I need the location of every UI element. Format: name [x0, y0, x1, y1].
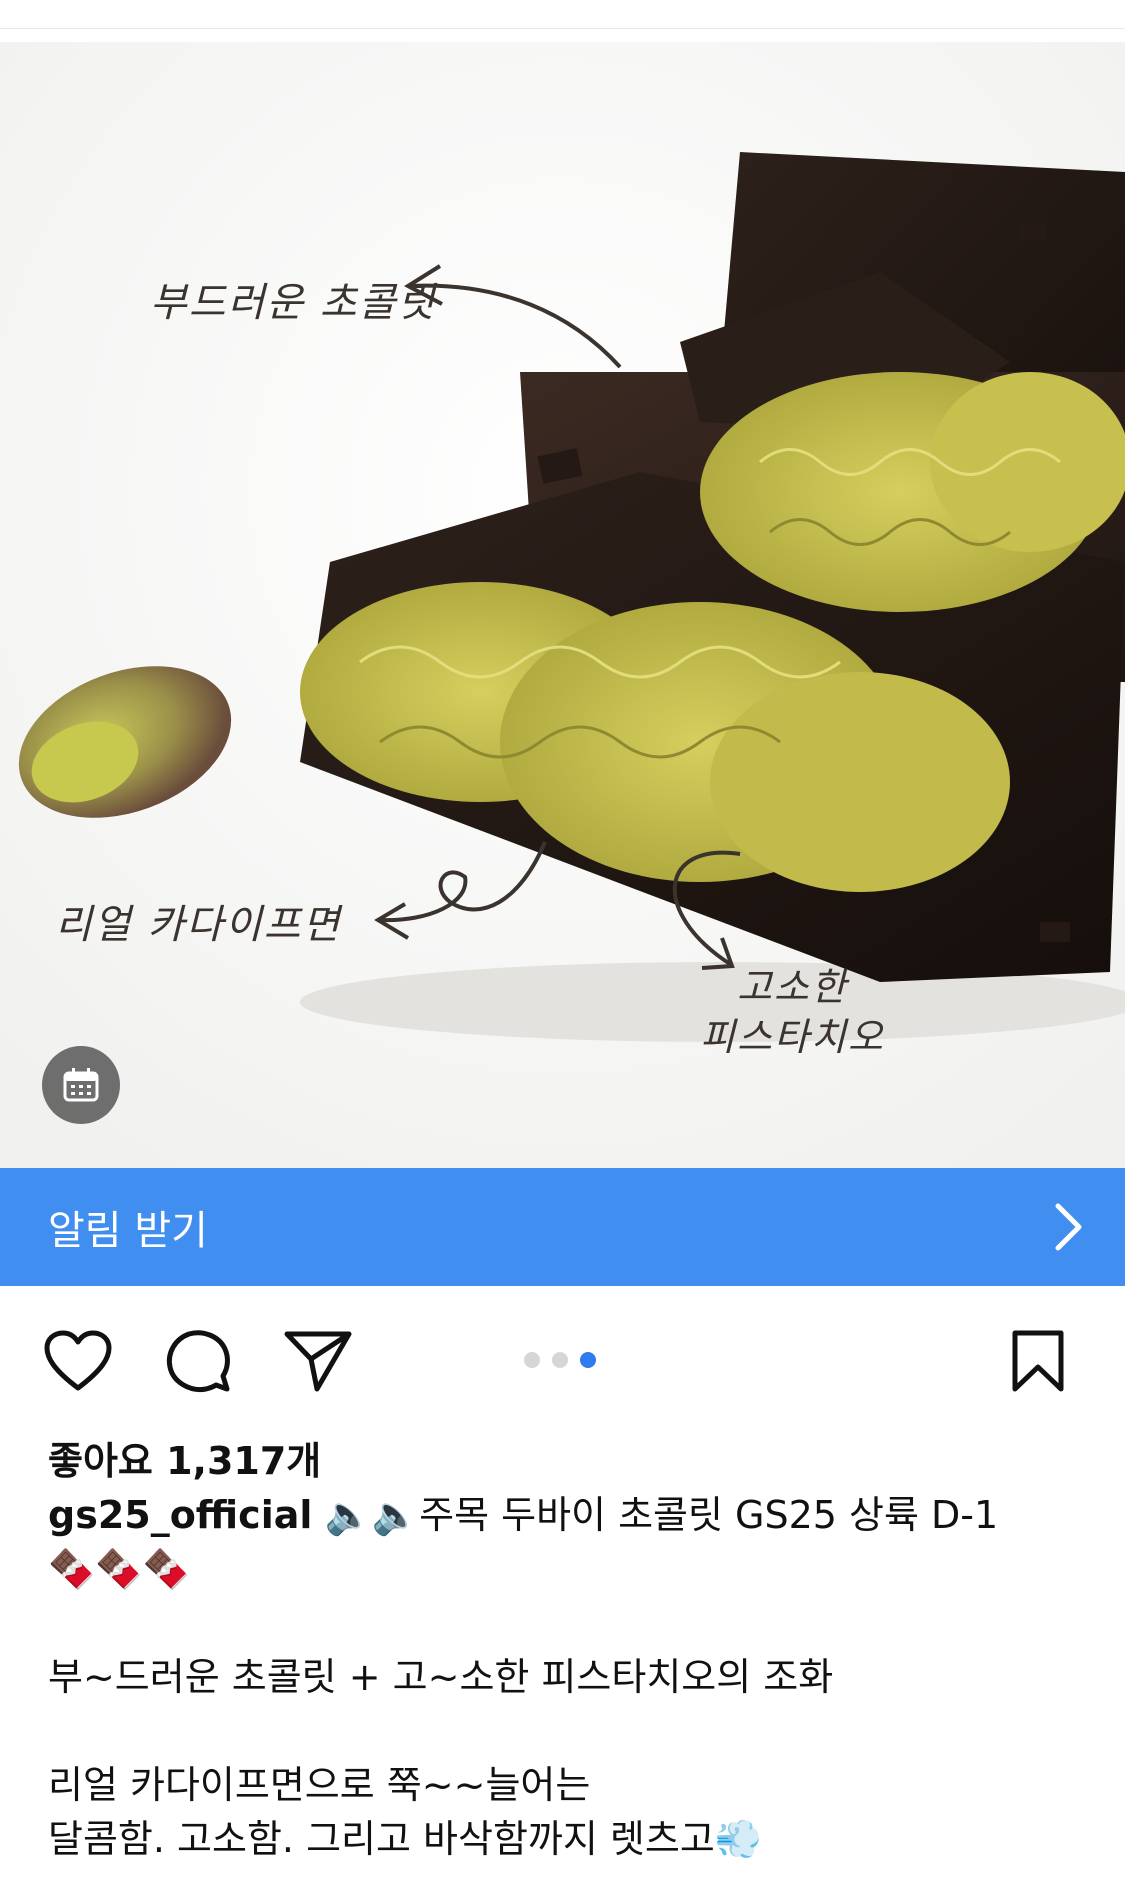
post-image[interactable]: 부드러운 초콜릿 리얼 카다이프면 고소한 피스타치오: [0, 42, 1125, 1168]
top-bar: [0, 0, 1125, 29]
caption-line-2: 부~드러운 초콜릿 + 고~소한 피스타치오의 조화: [48, 1655, 834, 1699]
caption-line-4: 달콤함. 고소함. 그리고 바삭함까지 렛츠고💨: [48, 1817, 763, 1861]
like-button[interactable]: [40, 1326, 116, 1396]
notify-bar[interactable]: 알림 받기: [0, 1168, 1125, 1286]
comment-button[interactable]: [160, 1326, 236, 1396]
notify-label: 알림 받기: [48, 1208, 208, 1254]
post-actions: [0, 1318, 1125, 1398]
carousel-dot: [552, 1352, 568, 1368]
carousel-indicator: [524, 1352, 596, 1368]
username[interactable]: gs25_official: [48, 1493, 312, 1537]
annotation-pistachio: 고소한 피스타치오: [700, 962, 885, 1062]
chocolate-photo: [0, 42, 1125, 1168]
bookmark-icon: [1012, 1330, 1064, 1392]
annotation-pistachio-line2: 피스타치오: [700, 1015, 885, 1059]
carousel-dot: [524, 1352, 540, 1368]
calendar-button[interactable]: [42, 1046, 120, 1124]
share-button[interactable]: [280, 1326, 356, 1396]
post-caption: gs25_official 🔈🔈주목 두바이 초콜릿 GS25 상륙 D-1 🍫…: [48, 1488, 1088, 1866]
bookmark-button[interactable]: [1000, 1326, 1076, 1396]
carousel-dot-active: [580, 1352, 596, 1368]
likes-count[interactable]: 좋아요 1,317개: [48, 1430, 321, 1485]
chevron-right-icon: [1055, 1203, 1082, 1251]
caption-emoji: 🍫🍫🍫: [48, 1547, 190, 1591]
heart-icon: [44, 1330, 112, 1391]
calendar-icon: [63, 1068, 99, 1102]
caption-first-line: gs25_official 🔈🔈주목 두바이 초콜릿 GS25 상륙 D-1: [48, 1488, 1088, 1542]
caption-headline: 🔈🔈주목 두바이 초콜릿 GS25 상륙 D-1: [324, 1493, 999, 1537]
annotation-pistachio-line1: 고소한: [736, 965, 848, 1009]
annotation-kadaif: 리얼 카다이프면: [55, 902, 342, 948]
annotation-smooth-chocolate: 부드러운 초콜릿: [150, 280, 437, 326]
send-icon: [284, 1331, 352, 1392]
comment-icon: [166, 1330, 230, 1393]
caption-line-3: 리얼 카다이프면으로 쭉~~늘어는: [48, 1763, 591, 1807]
